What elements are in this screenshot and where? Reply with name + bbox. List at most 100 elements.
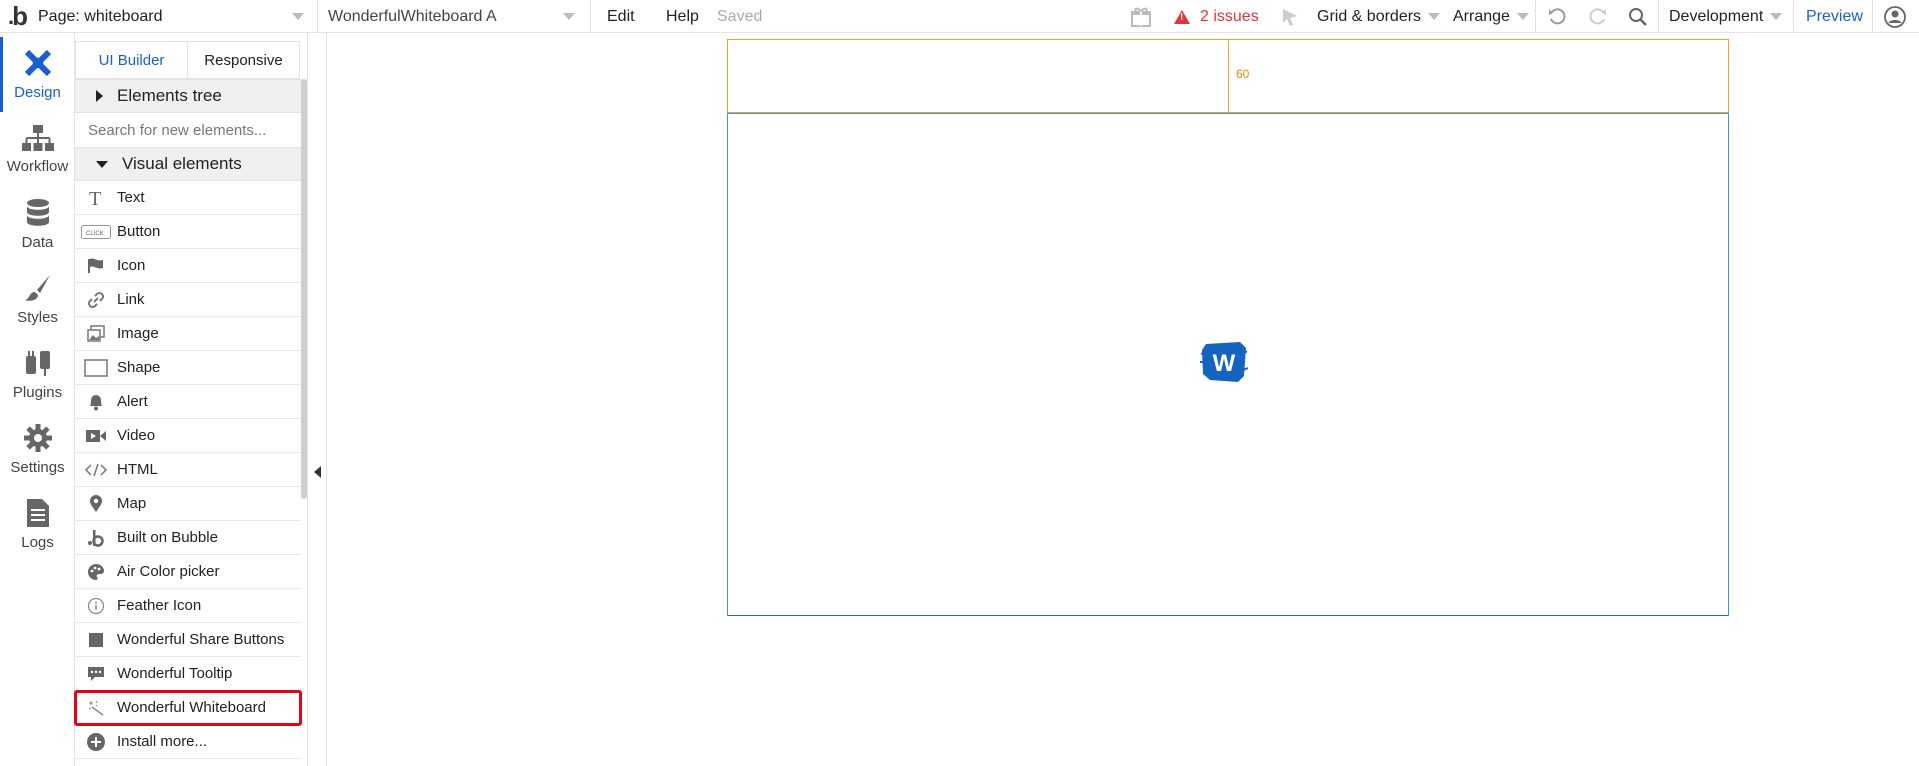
list-item-label: Install more... xyxy=(117,733,208,750)
list-item[interactable]: Wonderful Share Buttons xyxy=(75,623,301,657)
text-icon: T xyxy=(75,189,117,207)
rail-item-logs[interactable]: Logs xyxy=(0,487,75,562)
environment-label: Development xyxy=(1669,7,1764,25)
tab-ui-builder[interactable]: UI Builder xyxy=(76,42,188,78)
list-item-label: Map xyxy=(117,495,147,512)
plus-circle-icon xyxy=(75,732,117,752)
top-bar: .b Page: whiteboard WonderfulWhiteboard … xyxy=(0,0,1919,33)
list-item-label: Button xyxy=(117,223,161,240)
list-item[interactable]: Image xyxy=(75,317,301,351)
list-item-label: Feather Icon xyxy=(117,597,202,614)
svg-text:CLICK: CLICK xyxy=(86,231,104,237)
list-item[interactable]: Built on Bubble xyxy=(75,521,301,555)
rail-item-data[interactable]: Data xyxy=(0,187,75,262)
list-item-wonderful-whiteboard[interactable]: Wonderful Whiteboard xyxy=(74,690,302,726)
workflow-icon xyxy=(21,125,54,151)
chevron-down-icon xyxy=(1428,13,1441,20)
environment-menu[interactable]: Development xyxy=(1669,0,1783,33)
rail-label: Workflow xyxy=(6,158,69,175)
button-icon: CLICK xyxy=(75,224,117,239)
gift-icon[interactable] xyxy=(1128,0,1154,33)
bubble-logo[interactable]: .b xyxy=(3,0,33,33)
elements-tree-header[interactable]: Elements tree xyxy=(75,79,301,113)
page-selector-label: Page: whiteboard xyxy=(38,7,163,25)
arrange-menu[interactable]: Arrange xyxy=(1453,0,1529,33)
rail-item-styles[interactable]: Styles xyxy=(0,262,75,337)
undo-icon[interactable] xyxy=(1545,0,1571,33)
bell-icon xyxy=(75,393,117,411)
rail-label: Data xyxy=(21,234,54,251)
list-item[interactable]: Map xyxy=(75,487,301,521)
rail-item-workflow[interactable]: Workflow xyxy=(0,112,75,187)
header-divider xyxy=(1228,39,1229,113)
elements-tree-label: Elements tree xyxy=(117,86,222,105)
list-item-label: Air Color picker xyxy=(117,563,220,580)
list-item[interactable]: CLICK Button xyxy=(75,215,301,249)
rail-item-design[interactable]: Design xyxy=(0,37,75,112)
list-item[interactable]: Icon xyxy=(75,249,301,283)
list-item-label: Shape xyxy=(117,359,161,376)
caret-down-icon xyxy=(96,160,108,168)
list-item-label: Wonderful Tooltip xyxy=(117,665,233,682)
list-item-label: Link xyxy=(117,291,145,308)
list-item[interactable]: Feather Icon xyxy=(75,589,301,623)
database-icon xyxy=(26,199,49,226)
rail-label: Design xyxy=(14,84,61,101)
list-item[interactable]: Wonderful Tooltip xyxy=(75,657,301,691)
issues-indicator[interactable]: 2 issues xyxy=(1174,0,1259,33)
account-icon[interactable] xyxy=(1882,0,1908,33)
save-status: Saved xyxy=(717,7,763,25)
wand-icon xyxy=(75,699,117,717)
bubble-icon xyxy=(75,529,117,547)
map-pin-icon xyxy=(75,494,117,513)
chevron-down-icon xyxy=(1770,13,1783,20)
header-height-label: 60 xyxy=(1236,67,1250,81)
rail-item-settings[interactable]: Settings xyxy=(0,412,75,487)
document-icon xyxy=(26,499,49,527)
collapse-panel-icon[interactable] xyxy=(314,466,321,478)
panel-scrollbar[interactable] xyxy=(301,79,307,499)
caret-right-icon xyxy=(96,90,103,102)
preview-button[interactable]: Preview xyxy=(1806,0,1863,33)
list-item-label: Wonderful Share Buttons xyxy=(117,631,285,648)
video-icon xyxy=(75,428,117,444)
element-selector-label: WonderfulWhiteboard A xyxy=(328,7,497,25)
rail-label: Logs xyxy=(21,534,54,551)
list-item[interactable]: Alert xyxy=(75,385,301,419)
svg-text:T: T xyxy=(89,189,101,207)
list-item[interactable]: HTML xyxy=(75,453,301,487)
issues-label: 2 issues xyxy=(1200,7,1259,25)
page-selector[interactable]: Page: whiteboard xyxy=(38,0,308,33)
tooltip-icon xyxy=(75,666,117,682)
elements-panel: UI Builder Responsive Elements tree Visu… xyxy=(74,33,308,766)
tab-responsive[interactable]: Responsive xyxy=(188,42,299,78)
search-icon[interactable] xyxy=(1625,0,1651,33)
left-rail: Design Workflow Data Styles Plugins Sett… xyxy=(0,33,75,766)
list-item[interactable]: Air Color picker xyxy=(75,555,301,589)
redo-icon[interactable] xyxy=(1584,0,1610,33)
list-item-label: Icon xyxy=(117,257,146,274)
list-item-label: HTML xyxy=(117,461,158,478)
list-item[interactable]: Video xyxy=(75,419,301,453)
list-item[interactable]: T Text xyxy=(75,181,301,215)
rail-item-plugins[interactable]: Plugins xyxy=(0,337,75,412)
flag-icon xyxy=(75,258,117,274)
arrange-label: Arrange xyxy=(1453,7,1510,25)
list-item-label: Text xyxy=(117,189,145,206)
pointer-icon[interactable] xyxy=(1280,0,1300,33)
divider xyxy=(1535,0,1536,33)
plug-icon xyxy=(25,351,50,376)
square-icon xyxy=(75,632,117,648)
list-item[interactable]: Link xyxy=(75,283,301,317)
edit-menu[interactable]: Edit xyxy=(607,0,635,33)
search-elements-input[interactable] xyxy=(75,113,301,147)
list-item-install-more[interactable]: Install more... xyxy=(75,725,301,759)
list-item[interactable]: Shape xyxy=(75,351,301,385)
list-item-label: Image xyxy=(117,325,159,342)
element-selector[interactable]: WonderfulWhiteboard A xyxy=(317,0,579,33)
info-icon xyxy=(75,597,117,615)
visual-elements-header[interactable]: Visual elements xyxy=(75,147,301,181)
help-menu[interactable]: Help xyxy=(666,0,699,33)
grid-borders-menu[interactable]: Grid & borders xyxy=(1317,0,1441,33)
grid-borders-label: Grid & borders xyxy=(1317,7,1422,25)
